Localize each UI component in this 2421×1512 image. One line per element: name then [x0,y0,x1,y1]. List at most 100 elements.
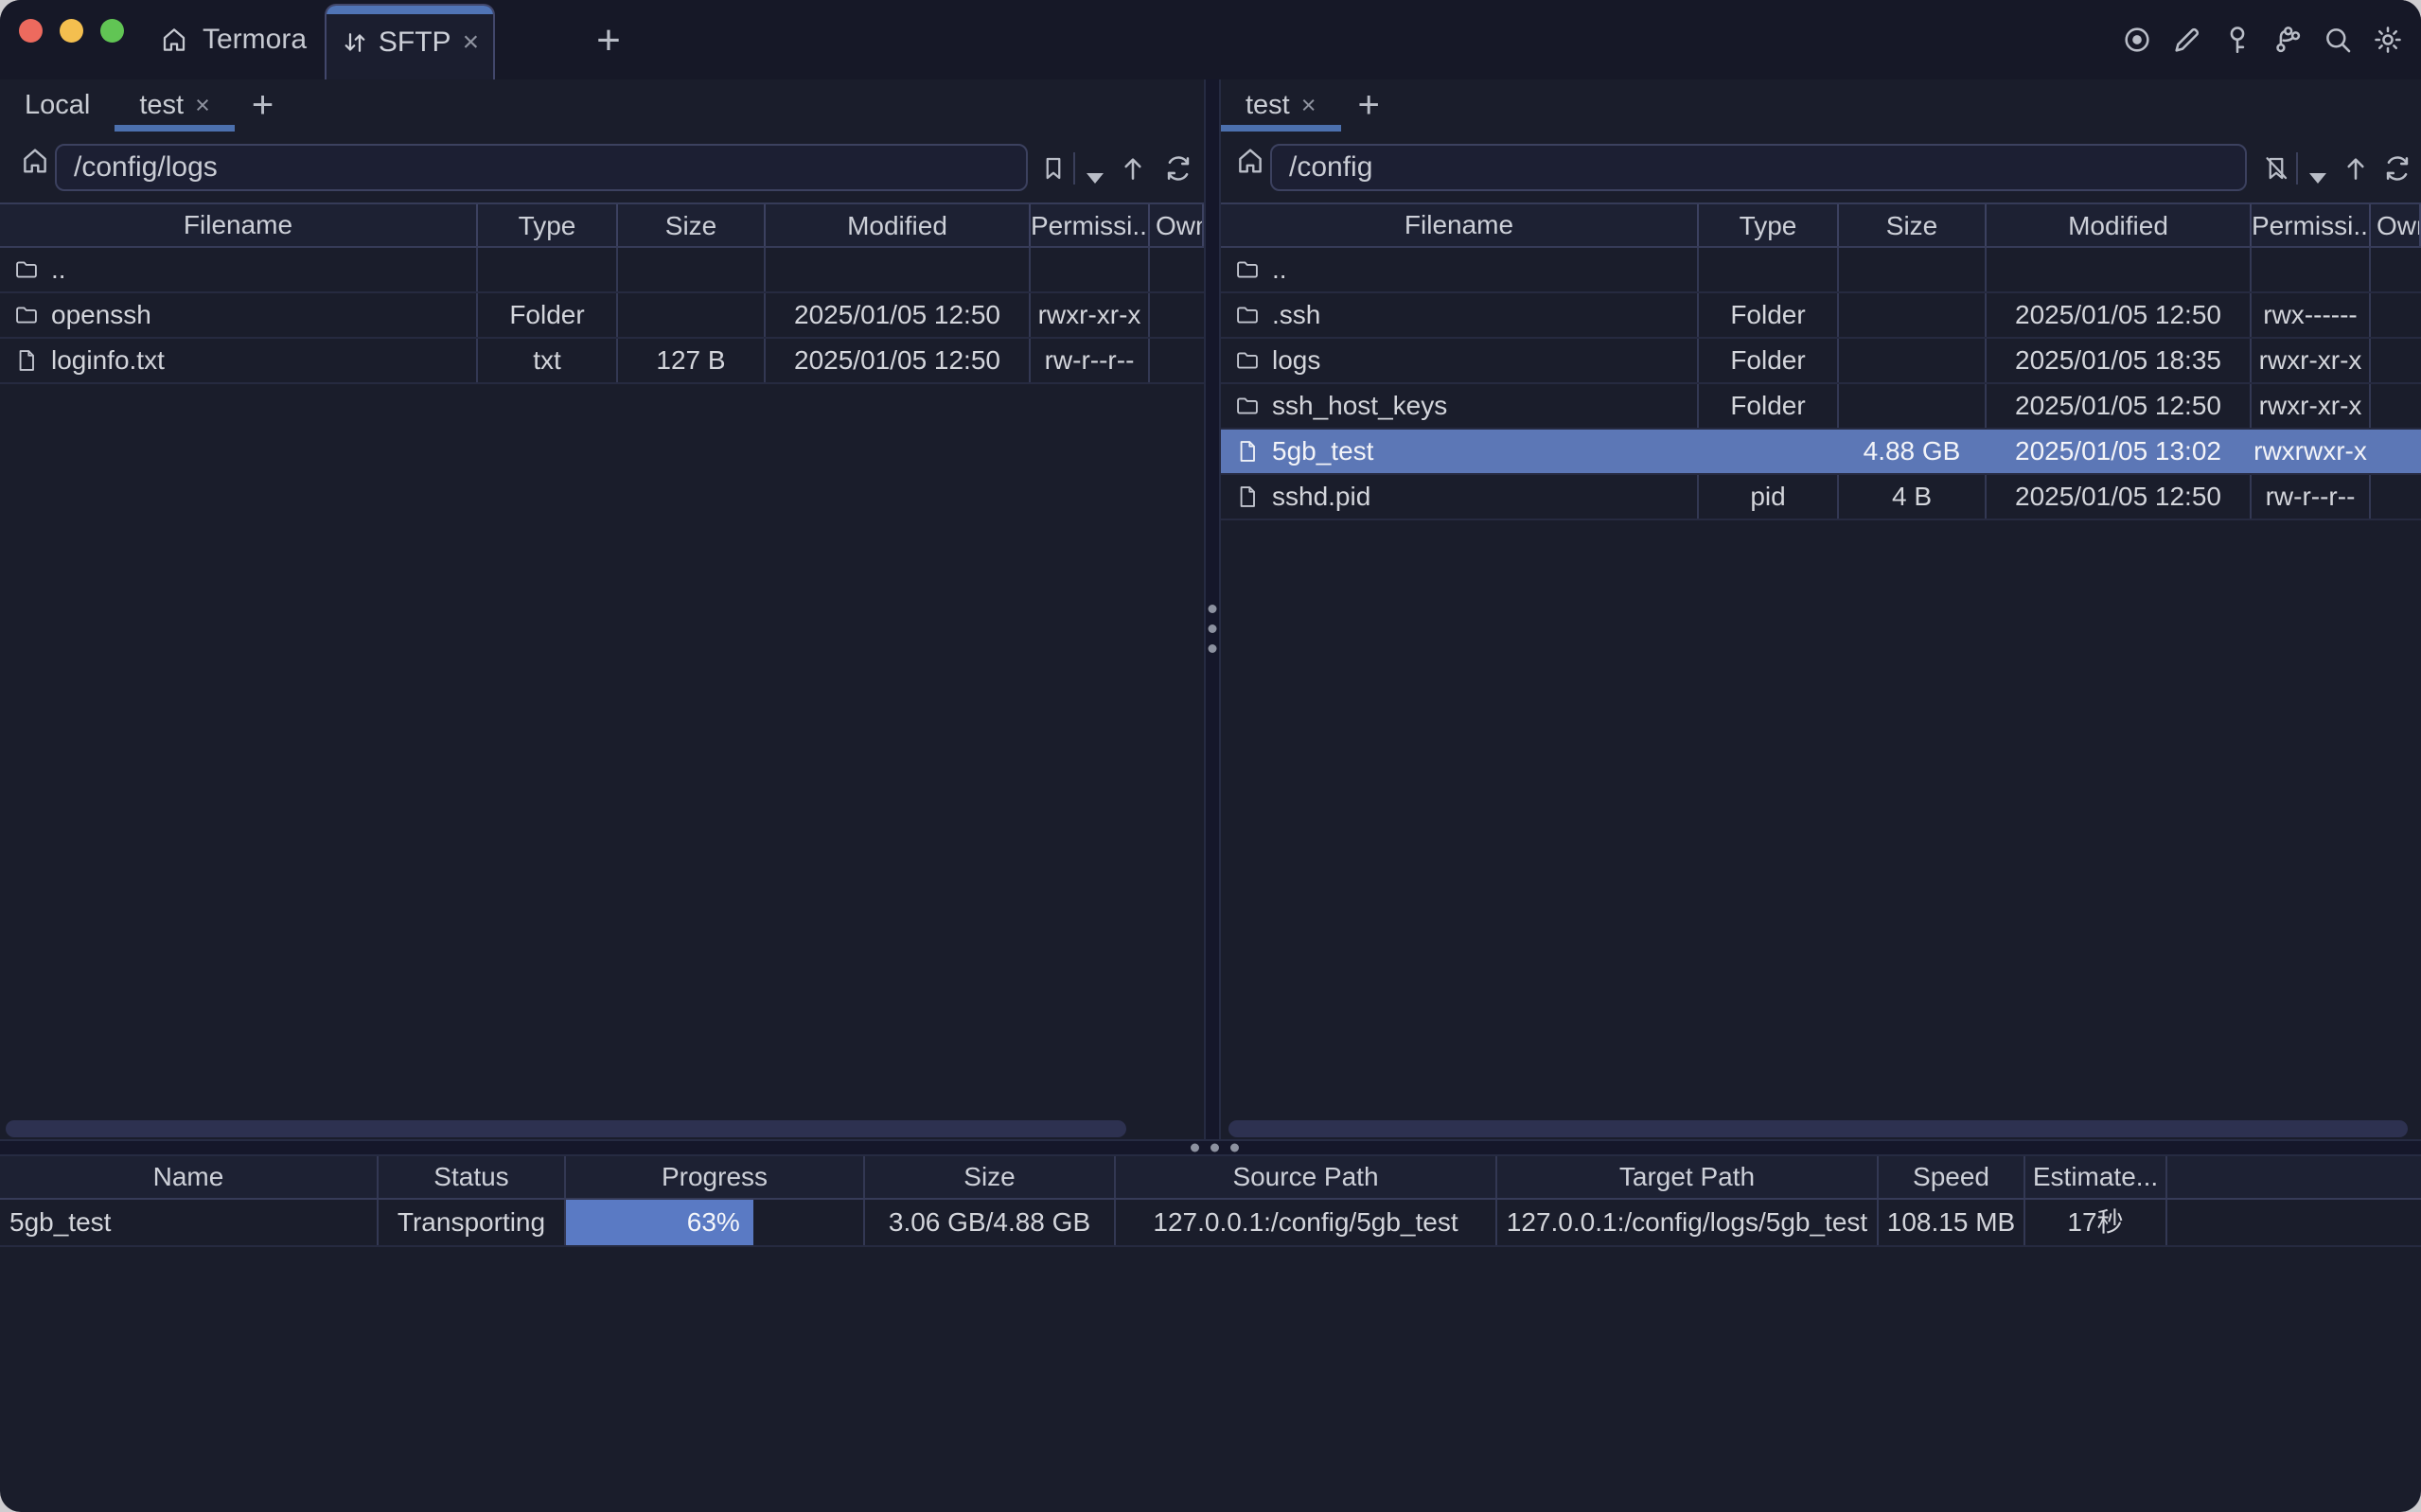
column-header-speed[interactable]: Speed [1879,1156,2025,1198]
table-row-sshd-pid[interactable]: sshd.pid pid 4 B 2025/01/05 12:50 rw-r--… [1221,475,2421,520]
column-header-filename[interactable]: Filename [0,204,478,246]
tab-test-left[interactable]: test × [115,79,235,132]
home-icon [159,25,189,55]
column-header-owner[interactable]: Owner [2371,204,2421,246]
header-filler [2167,1156,2421,1198]
column-header-type[interactable]: Type [478,204,618,246]
zoom-window-button[interactable] [100,19,124,43]
scrollbar-thumb[interactable] [1228,1120,2408,1137]
search-icon[interactable] [2322,24,2354,56]
settings-gear-icon[interactable] [2372,24,2404,56]
filename-label: .ssh [1272,293,1320,337]
column-header-modified[interactable]: Modified [766,204,1031,246]
file-panes: Local test × + [0,79,2421,1139]
tab-home[interactable]: Termora [159,0,307,79]
new-tab-button[interactable]: + [585,17,632,64]
column-header-source-path[interactable]: Source Path [1116,1156,1497,1198]
scrollbar-thumb[interactable] [6,1120,1126,1137]
bookmark-icon[interactable] [1037,152,1069,185]
column-header-permissions[interactable]: Permissi... [1031,204,1150,246]
transfer-splitter[interactable] [0,1139,2421,1156]
minimize-window-button[interactable] [60,19,83,43]
folder-icon [1234,393,1261,419]
home-icon[interactable] [19,145,51,177]
close-tab-icon[interactable]: × [195,91,210,120]
parent-directory-icon[interactable] [1117,152,1149,185]
column-header-size[interactable]: Size [1839,204,1987,246]
filename-label: openssh [51,293,151,337]
close-window-button[interactable] [19,19,43,43]
column-header-target-path[interactable]: Target Path [1497,1156,1879,1198]
column-header-status[interactable]: Status [379,1156,566,1198]
table-row-loginfo[interactable]: loginfo.txt txt 127 B 2025/01/05 12:50 r… [0,339,1204,384]
sftp-tab-label: SFTP [379,26,451,59]
column-header-modified[interactable]: Modified [1987,204,2252,246]
home-tab-label: Termora [203,24,307,56]
pane-splitter[interactable] [1204,79,1221,1139]
table-row-parent-dir[interactable]: .. [0,248,1204,293]
column-header-permissions[interactable]: Permissi... [2252,204,2371,246]
left-table-header: Filename Type Size Modified Permissi... … [0,202,1204,248]
transfer-row-5gb-test[interactable]: 5gb_test Transporting 63% 3.06 GB/4.88 G… [0,1200,2421,1247]
left-pane: Local test × + [0,79,1204,1139]
key-icon[interactable] [2221,24,2253,56]
file-icon [1234,483,1261,510]
transfer-status: Transporting [379,1200,566,1245]
transfer-table: Name Status Progress Size Source Path Ta… [0,1156,2421,1247]
progress-bar: 63% [566,1200,753,1245]
refresh-icon[interactable] [2381,152,2413,185]
divider [1073,152,1075,185]
left-pane-tabs: Local test × + [0,79,1204,132]
bookmark-off-icon[interactable] [2260,152,2292,185]
close-sftp-tab-icon[interactable]: × [463,28,480,57]
divider [2296,152,2298,185]
left-file-table: Filename Type Size Modified Permissi... … [0,202,1204,384]
column-header-filename[interactable]: Filename [1221,204,1699,246]
right-horizontal-scrollbar [1221,1118,2421,1139]
branch-icon[interactable] [2271,24,2304,56]
tab-test-right[interactable]: test × [1221,79,1341,132]
left-path-input[interactable] [55,144,1028,191]
right-file-table: Filename Type Size Modified Permissi... … [1221,202,2421,520]
table-row-5gb-test-selected[interactable]: 5gb_test 4.88 GB 2025/01/05 13:02 rwxrwx… [1221,430,2421,475]
transfer-speed: 108.15 MB [1879,1200,2025,1245]
add-pane-tab-button[interactable]: + [1341,79,1397,132]
table-row-ssh[interactable]: .ssh Folder 2025/01/05 12:50 rwx------ [1221,293,2421,339]
transfer-target-path: 127.0.0.1:/config/logs/5gb_test [1497,1200,1879,1245]
right-pane: test × + [1221,79,2421,1139]
right-path-input[interactable] [1270,144,2247,191]
folder-icon [1234,256,1261,283]
table-row-ssh-host-keys[interactable]: ssh_host_keys Folder 2025/01/05 12:50 rw… [1221,384,2421,430]
home-icon[interactable] [1234,145,1266,177]
left-horizontal-scrollbar [0,1118,1204,1139]
tab-test-right-label: test [1246,90,1290,121]
table-row-openssh[interactable]: openssh Folder 2025/01/05 12:50 rwxr-xr-… [0,293,1204,339]
chevron-down-icon[interactable] [2302,162,2334,194]
filename-label: logs [1272,339,1320,382]
chevron-down-icon[interactable] [1079,162,1111,194]
add-pane-tab-button[interactable]: + [235,79,291,132]
tab-sftp[interactable]: SFTP × [325,4,495,79]
column-header-owner[interactable]: Owner [1150,204,1204,246]
transfer-size: 3.06 GB/4.88 GB [865,1200,1116,1245]
column-header-name[interactable]: Name [0,1156,379,1198]
parent-directory-icon[interactable] [2340,152,2372,185]
column-header-type[interactable]: Type [1699,204,1839,246]
file-icon [1234,438,1261,465]
filename-label: ssh_host_keys [1272,384,1447,428]
tab-local[interactable]: Local [0,79,115,132]
table-row-logs[interactable]: logs Folder 2025/01/05 18:35 rwxr-xr-x [1221,339,2421,384]
column-header-progress[interactable]: Progress [566,1156,865,1198]
folder-icon [1234,302,1261,328]
refresh-icon[interactable] [1162,152,1194,185]
table-row-parent-dir[interactable]: .. [1221,248,2421,293]
column-header-estimate[interactable]: Estimate... [2025,1156,2167,1198]
transfer-progress-cell: 63% [566,1200,865,1245]
transfer-table-header: Name Status Progress Size Source Path Ta… [0,1156,2421,1200]
edit-icon[interactable] [2171,24,2203,56]
record-icon[interactable] [2121,24,2153,56]
folder-icon [13,302,40,328]
column-header-size[interactable]: Size [618,204,766,246]
column-header-size[interactable]: Size [865,1156,1116,1198]
close-tab-icon[interactable]: × [1301,91,1317,120]
